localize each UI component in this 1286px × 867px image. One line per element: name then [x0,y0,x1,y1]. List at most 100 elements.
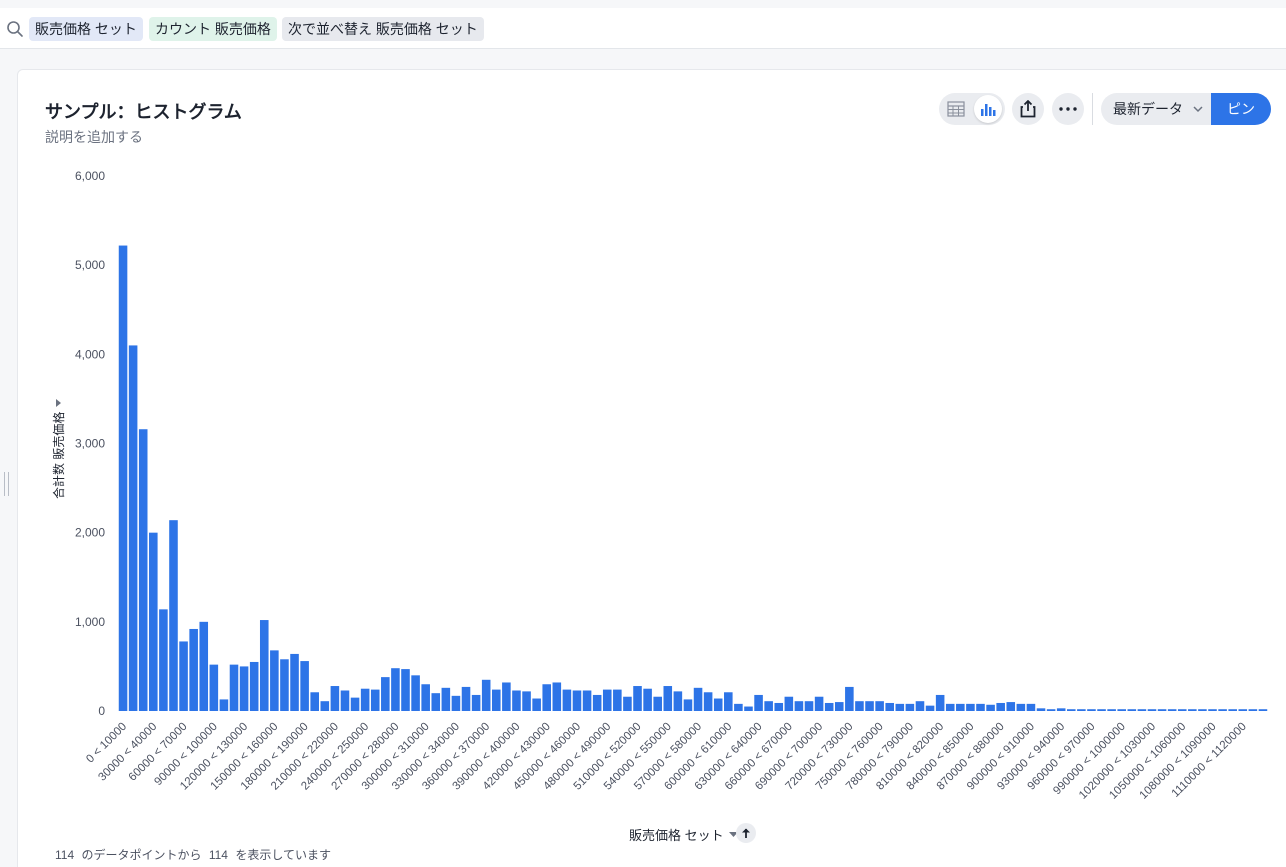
histogram-bar[interactable] [1167,709,1177,711]
histogram-bar[interactable] [431,693,441,711]
histogram-bar[interactable] [179,641,188,711]
histogram-bar[interactable] [956,703,965,711]
histogram-bar[interactable] [1238,709,1248,711]
histogram-bar[interactable] [239,666,249,711]
histogram-bar[interactable] [754,694,763,711]
histogram-bar[interactable] [1147,709,1157,711]
histogram-bar[interactable] [542,684,552,711]
histogram-bar[interactable] [270,650,279,711]
histogram-bar[interactable] [1248,709,1258,711]
histogram-bar[interactable] [259,620,269,711]
histogram-bar[interactable] [683,699,693,711]
histogram-bar[interactable] [915,701,925,711]
histogram-bar[interactable] [169,520,178,711]
histogram-bar[interactable] [1016,703,1026,711]
histogram-bar[interactable] [774,702,784,711]
histogram-bar[interactable] [1258,709,1268,711]
histogram-bar[interactable] [592,694,602,711]
histogram-bar[interactable] [855,701,864,711]
histogram-bar[interactable] [1036,708,1046,711]
histogram-bar[interactable] [1087,709,1096,711]
histogram-bar[interactable] [1218,709,1227,711]
histogram-bar[interactable] [1127,709,1137,711]
histogram-bar[interactable] [935,694,945,711]
histogram-bar[interactable] [421,684,430,711]
histogram-bar[interactable] [310,692,319,711]
histogram-bar[interactable] [280,659,289,711]
histogram-bar[interactable] [865,701,874,711]
histogram-bar[interactable] [623,696,632,711]
histogram-bar[interactable] [986,704,995,711]
histogram-bar[interactable] [1097,709,1106,711]
histogram-bar[interactable] [1208,709,1217,711]
histogram-bar[interactable] [824,702,834,711]
histogram-bar[interactable] [481,679,491,711]
histogram-bar[interactable] [552,682,562,711]
histogram-bar[interactable] [149,532,158,711]
histogram-bar[interactable] [1006,702,1016,711]
histogram-bar[interactable] [562,689,572,711]
histogram-bar[interactable] [643,688,652,711]
histogram-bar[interactable] [1198,709,1207,711]
x-axis-title[interactable]: 販売価格 セット [629,825,738,844]
histogram-bar[interactable] [229,664,239,711]
histogram-bar[interactable] [189,628,198,711]
histogram-bar[interactable] [1077,709,1086,711]
histogram-bar[interactable] [461,686,471,711]
histogram-bar[interactable] [401,669,410,711]
sort-ascending-button[interactable] [736,823,756,843]
histogram-bar[interactable] [845,686,854,711]
histogram-bar[interactable] [613,689,622,711]
histogram-bar[interactable] [673,691,683,711]
histogram-bar[interactable] [794,701,804,711]
histogram-bar[interactable] [925,705,935,711]
histogram-bar[interactable] [441,687,451,711]
histogram-bar[interactable] [976,703,985,711]
histogram-bar[interactable] [138,429,148,711]
histogram-bar[interactable] [663,686,673,711]
histogram-bar[interactable] [602,689,612,711]
histogram-bar[interactable] [582,690,592,711]
histogram-bar[interactable] [1117,709,1127,711]
histogram-bar[interactable] [1026,703,1036,711]
histogram-bar[interactable] [966,703,975,711]
histogram-bar[interactable] [1157,709,1167,711]
histogram-bar[interactable] [744,706,753,711]
histogram-bar[interactable] [290,653,299,711]
histogram-bar[interactable] [713,698,723,711]
histogram-bar[interactable] [391,668,400,711]
histogram-bar[interactable] [875,701,884,711]
histogram-bar[interactable] [360,688,370,711]
histogram-bar[interactable] [1177,709,1187,711]
histogram-bar[interactable] [1067,709,1076,711]
histogram-bar[interactable] [572,690,582,711]
histogram-bar[interactable] [411,675,420,711]
histogram-bar[interactable] [653,696,662,711]
histogram-bar[interactable] [996,702,1005,711]
histogram-bar[interactable] [1188,709,1197,711]
histogram-bar[interactable] [249,661,259,711]
histogram-bar[interactable] [693,687,703,711]
histogram-bar[interactable] [885,702,894,711]
histogram-bar[interactable] [199,621,209,711]
histogram-bar[interactable] [209,664,219,711]
histogram-bar[interactable] [522,691,531,711]
histogram-bar[interactable] [532,698,541,711]
histogram-bar[interactable] [814,696,824,711]
y-axis-title[interactable]: 合計数 販売価格 [50,398,67,499]
histogram-bar[interactable] [1107,709,1116,711]
histogram-bar[interactable] [471,694,481,711]
histogram-bar[interactable] [159,609,168,711]
histogram-bar[interactable] [330,686,340,711]
histogram-bar[interactable] [945,703,955,711]
histogram-bar[interactable] [1056,708,1066,711]
histogram-bar[interactable] [804,701,814,711]
histogram-bar[interactable] [784,696,794,711]
histogram-bar[interactable] [118,245,128,712]
histogram-bar[interactable] [340,690,350,711]
histogram-bar[interactable] [1137,709,1147,711]
histogram-bar[interactable] [905,703,915,711]
histogram-bar[interactable] [1046,709,1056,711]
histogram-bar[interactable] [834,702,844,711]
histogram-bar[interactable] [370,689,380,711]
